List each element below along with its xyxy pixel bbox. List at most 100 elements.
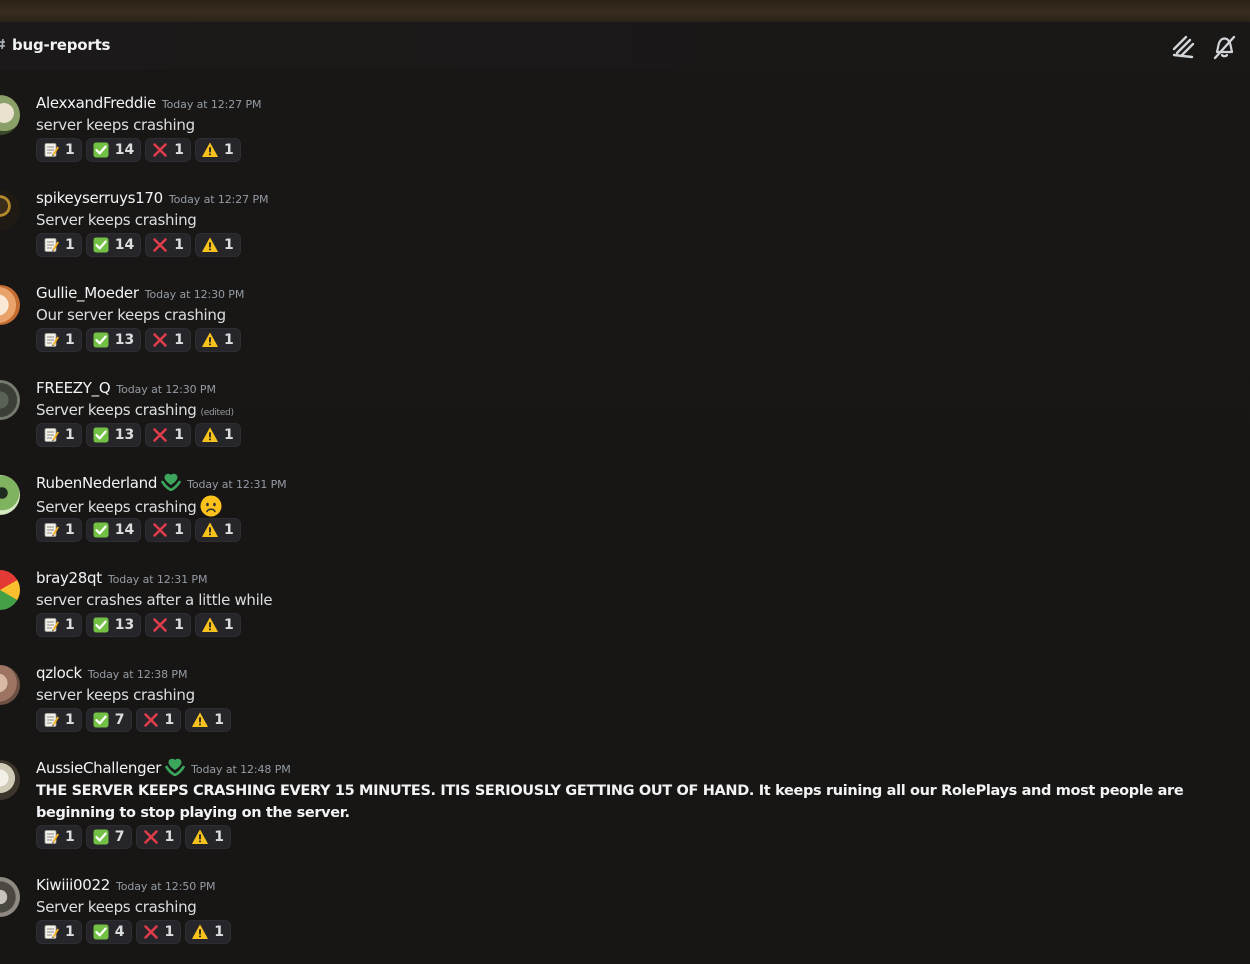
message-author[interactable]: Kiwiii0022	[36, 876, 110, 894]
reaction-bar: 1 7 1 1	[36, 825, 231, 849]
reaction-cross[interactable]: 1	[145, 328, 191, 352]
message-author[interactable]: FREEZY_Q	[36, 379, 111, 397]
cross-mark-icon	[152, 237, 168, 253]
reaction-count: 1	[223, 237, 234, 253]
reaction-count: 1	[65, 712, 75, 728]
memo-icon	[43, 427, 59, 443]
check-mark-icon	[93, 427, 109, 443]
message-author[interactable]: Gullie_Moeder	[36, 284, 139, 302]
reaction-memo[interactable]: 1	[36, 233, 82, 257]
avatar[interactable]	[0, 877, 20, 917]
message-timestamp: Today at 12:48 PM	[191, 763, 291, 776]
reaction-count: 13	[114, 427, 135, 443]
message-content: Server keeps crashing (edited)	[36, 400, 234, 423]
reaction-warning[interactable]: 1	[185, 920, 231, 944]
reaction-check[interactable]: 13	[85, 613, 142, 637]
reaction-bar: 1 7 1 1	[36, 708, 231, 732]
message-author[interactable]: AlexxandFreddie	[36, 94, 156, 112]
reaction-memo[interactable]: 1	[36, 518, 82, 542]
reaction-warning[interactable]: 1	[185, 825, 231, 849]
warning-icon	[192, 924, 208, 940]
reaction-count: 1	[65, 617, 75, 633]
reaction-warning[interactable]: 1	[194, 328, 241, 352]
reaction-warning[interactable]: 1	[194, 138, 241, 162]
reaction-warning[interactable]: 1	[194, 613, 241, 637]
reaction-check[interactable]: 13	[85, 423, 142, 447]
message-content: server crashes after a little while	[36, 591, 273, 609]
reaction-cross[interactable]: 1	[145, 518, 191, 542]
reaction-memo[interactable]: 1	[36, 708, 82, 732]
message-author[interactable]: RubenNederland	[36, 474, 157, 492]
reaction-cross[interactable]: 1	[135, 920, 182, 944]
server-booster-badge-icon	[165, 758, 185, 776]
avatar[interactable]	[0, 190, 20, 230]
reaction-count: 14	[114, 522, 135, 538]
memo-icon	[43, 237, 59, 253]
reaction-warning[interactable]: 1	[194, 518, 241, 542]
avatar[interactable]	[0, 475, 20, 515]
reaction-check[interactable]: 13	[85, 328, 142, 352]
reaction-count: 7	[114, 829, 125, 845]
reaction-bar: 1 13 1 1	[36, 613, 241, 637]
reaction-count: 1	[223, 142, 234, 158]
avatar[interactable]	[0, 380, 20, 420]
memo-icon	[43, 829, 59, 845]
reaction-warning[interactable]: 1	[194, 423, 241, 447]
check-mark-icon	[93, 332, 109, 348]
warning-icon	[192, 712, 208, 728]
edited-label: (edited)	[200, 408, 234, 418]
avatar[interactable]	[0, 760, 20, 800]
reaction-cross[interactable]: 1	[145, 233, 191, 257]
check-mark-icon	[93, 829, 109, 845]
reaction-check[interactable]: 14	[85, 518, 142, 542]
threads-icon[interactable]	[1171, 34, 1197, 60]
reaction-cross[interactable]: 1	[145, 138, 191, 162]
reaction-check[interactable]: 4	[85, 920, 132, 944]
reaction-memo[interactable]: 1	[36, 920, 82, 944]
message-author[interactable]: qzlock	[36, 664, 82, 682]
message-text: Server keeps crashing	[36, 498, 197, 516]
warning-icon	[202, 617, 218, 633]
reaction-count: 1	[65, 427, 75, 443]
reaction-count: 1	[223, 617, 234, 633]
reaction-cross[interactable]: 1	[135, 708, 182, 732]
message-timestamp: Today at 12:50 PM	[115, 880, 216, 893]
reaction-count: 1	[65, 237, 75, 253]
reaction-memo[interactable]: 1	[36, 613, 82, 637]
reaction-warning[interactable]: 1	[194, 233, 241, 257]
warning-icon	[202, 142, 218, 158]
reaction-check[interactable]: 14	[85, 233, 142, 257]
message-timestamp: Today at 12:30 PM	[144, 288, 245, 301]
message-timestamp: Today at 12:31 PM	[187, 478, 287, 491]
avatar[interactable]	[0, 95, 20, 135]
memo-icon	[43, 924, 59, 940]
reaction-memo[interactable]: 1	[36, 328, 82, 352]
message-content: THE SERVER KEEPS CRASHING EVERY 15 MINUT…	[36, 783, 1184, 821]
avatar[interactable]	[0, 665, 20, 705]
avatar[interactable]	[0, 570, 20, 610]
cross-mark-icon	[143, 712, 159, 728]
check-mark-icon	[93, 924, 109, 940]
avatar[interactable]	[0, 285, 20, 325]
reaction-check[interactable]: 7	[85, 708, 132, 732]
reaction-cross[interactable]: 1	[145, 613, 191, 637]
reaction-cross[interactable]: 1	[145, 423, 191, 447]
reaction-count: 1	[164, 712, 175, 728]
reaction-memo[interactable]: 1	[36, 138, 82, 162]
reaction-bar: 1 14 1 1	[36, 233, 241, 257]
reaction-memo[interactable]: 1	[36, 825, 82, 849]
message-content: Our server keeps crashing	[36, 306, 226, 324]
notification-bell-muted-icon[interactable]	[1211, 34, 1237, 60]
message-author[interactable]: spikeyserruys170	[36, 189, 163, 207]
reaction-count: 1	[174, 522, 184, 538]
message-author[interactable]: bray28qt	[36, 569, 102, 587]
reaction-count: 13	[114, 617, 135, 633]
check-mark-icon	[93, 237, 109, 253]
reaction-warning[interactable]: 1	[185, 708, 231, 732]
reaction-check[interactable]: 14	[85, 138, 142, 162]
message-content: Server keeps crashing	[36, 495, 222, 517]
reaction-memo[interactable]: 1	[36, 423, 82, 447]
message-author[interactable]: AussieChallenger	[36, 759, 161, 777]
reaction-cross[interactable]: 1	[135, 825, 182, 849]
reaction-check[interactable]: 7	[85, 825, 132, 849]
